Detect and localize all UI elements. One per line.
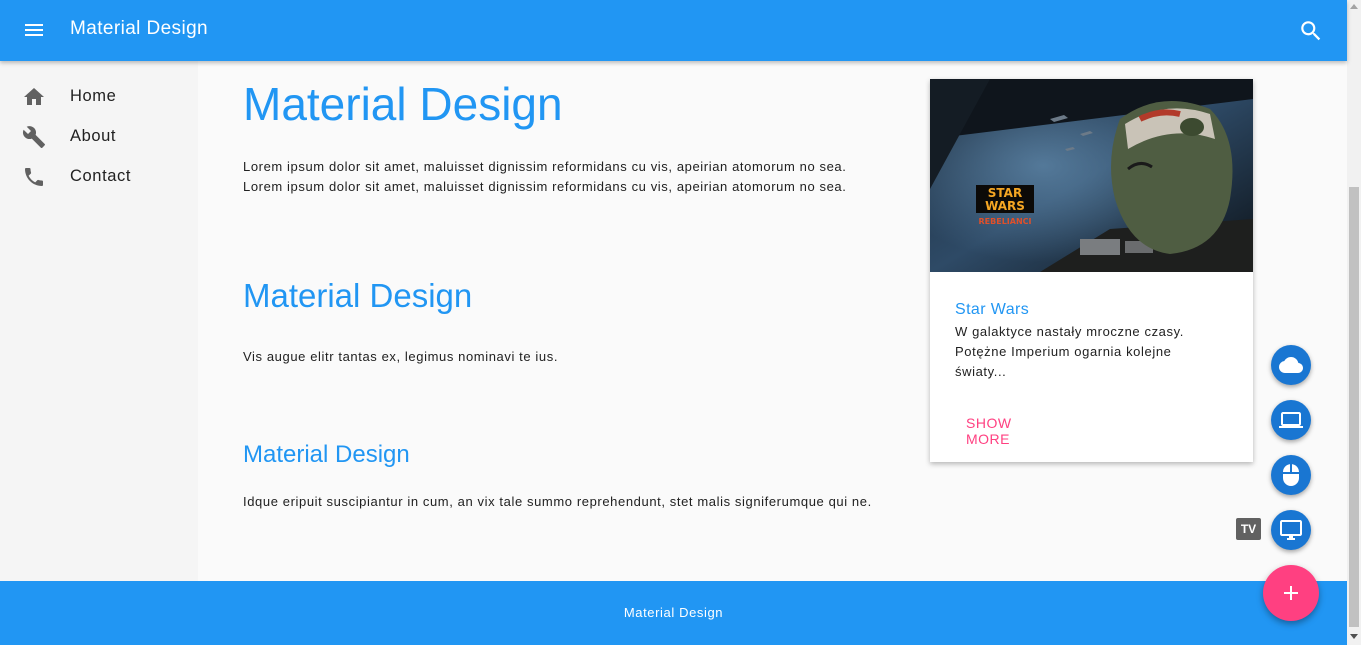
app-title: Material Design: [70, 18, 208, 39]
add-fab-button[interactable]: [1263, 565, 1319, 621]
sidebar-item-label: Home: [70, 87, 117, 105]
sidebar-item-label: Contact: [70, 167, 132, 185]
wrench-icon: [22, 125, 46, 149]
home-icon: [22, 85, 46, 109]
app-bar: Material Design: [0, 0, 1347, 61]
scrollbar-thumb[interactable]: [1349, 187, 1359, 627]
star-wars-logo: STAR WARS REBELIANCI: [976, 185, 1034, 226]
star-wars-card: STAR WARS REBELIANCI Star Wars W galakty…: [930, 79, 1253, 462]
mouse-button[interactable]: [1271, 455, 1311, 495]
show-more-button[interactable]: SHOW MORE: [955, 406, 1065, 447]
sidebar-item-label: About: [70, 127, 117, 145]
paragraph-line: Lorem ipsum dolor sit amet, maluisset di…: [243, 179, 847, 194]
tv-tooltip: TV: [1236, 518, 1261, 540]
scroll-up-arrow[interactable]: [1350, 4, 1358, 9]
footer: Material Design: [0, 581, 1347, 645]
subsection-heading: Material Design: [243, 441, 410, 468]
logo-star: STAR: [988, 186, 1022, 200]
sidebar-item-home[interactable]: Home: [0, 77, 198, 117]
add-icon: [1284, 586, 1298, 600]
tv-icon: [1280, 520, 1302, 540]
search-icon[interactable]: [1298, 18, 1324, 44]
paragraph: Idque eripuit suscipiantur in cum, an vi…: [243, 494, 872, 509]
sidebar-item-contact[interactable]: Contact: [0, 157, 198, 197]
page-title: Material Design: [243, 78, 563, 130]
tv-button[interactable]: [1271, 510, 1311, 550]
footer-text: Material Design: [623, 605, 724, 620]
menu-icon[interactable]: [21, 18, 47, 42]
scroll-down-arrow[interactable]: [1350, 634, 1358, 639]
phone-icon: [22, 165, 46, 189]
cloud-icon: [1279, 357, 1303, 373]
cloud-button[interactable]: [1271, 345, 1311, 385]
sidebar-item-about[interactable]: About: [0, 117, 198, 157]
paragraph: Vis augue elitr tantas ex, legimus nomin…: [243, 349, 559, 364]
logo-wars: WARS: [985, 199, 1025, 213]
laptop-icon: [1279, 412, 1303, 428]
paragraph-line: Lorem ipsum dolor sit amet, maluisset di…: [243, 159, 847, 174]
logo-subtitle: REBELIANCI: [979, 217, 1032, 226]
section-heading: Material Design: [243, 277, 473, 314]
sidebar: Home About Contact: [0, 61, 198, 581]
card-title: Star Wars: [955, 301, 1030, 318]
card-description: W galaktyce nastały mroczne czasy. Potęż…: [955, 324, 1184, 379]
page-scrollbar[interactable]: [1347, 0, 1361, 645]
laptop-button[interactable]: [1271, 400, 1311, 440]
mouse-icon: [1283, 464, 1299, 486]
card-image: STAR WARS REBELIANCI: [930, 79, 1253, 272]
